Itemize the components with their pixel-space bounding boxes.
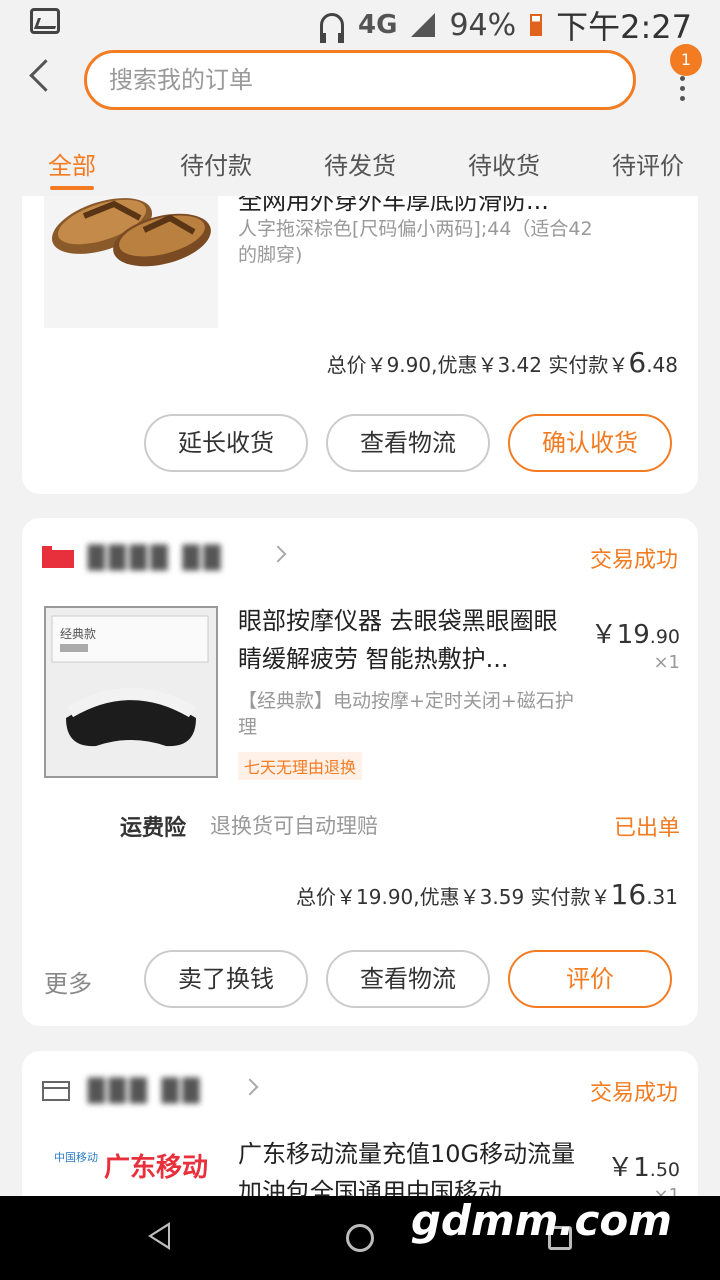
chevron-right-icon: [269, 545, 287, 563]
confirm-receipt-button[interactable]: 确认收货: [508, 414, 672, 472]
product-qty: ×1: [653, 652, 680, 673]
shop-header[interactable]: ████ ██ 交易成功: [22, 518, 698, 598]
view-logistics-button[interactable]: 查看物流: [326, 414, 490, 472]
system-nav-bar: gdmm.com: [0, 1196, 720, 1280]
nav-back-icon[interactable]: [148, 1222, 170, 1250]
insurance-label: 运费险: [120, 816, 187, 841]
dot-icon: [680, 76, 685, 81]
top-bar: 1: [0, 44, 720, 120]
more-link[interactable]: 更多: [44, 964, 92, 999]
network-type: 4G: [358, 10, 398, 40]
return-policy-tag: 七天无理由退换: [238, 752, 363, 780]
headset-icon: [320, 13, 344, 43]
summary-text: 总价￥19.90,优惠￥3.59 实付款￥: [296, 885, 611, 909]
status-icons: 4G 94% 下午2:27: [320, 2, 692, 48]
order-card: 全网用外穿外车厚底防滑防... 人字拖深棕色[尺码偏小两码];44（适合42的脚…: [22, 196, 698, 494]
product-qty: ×1: [653, 1185, 680, 1196]
product-spec: 【经典款】电动按摩+定时关闭+磁石护理: [238, 690, 574, 738]
notification-badge: 1: [670, 44, 702, 76]
product-title[interactable]: 眼部按摩仪器 去眼袋黑眼圈眼睛缓解疲劳 智能热敷护...: [238, 602, 578, 678]
order-summary: 总价￥9.90,优惠￥3.42 实付款￥6.48: [327, 346, 678, 379]
battery-icon: [530, 14, 543, 36]
search-box[interactable]: [84, 50, 636, 110]
product-thumbnail[interactable]: 经典款: [44, 606, 218, 778]
search-input[interactable]: [109, 53, 609, 107]
chevron-right-icon: [241, 1078, 259, 1096]
back-arrow-icon[interactable]: [24, 58, 64, 98]
order-tabs: 全部 待付款 待发货 待收货 待评价: [0, 120, 720, 196]
order-card: ███ ██ 交易成功 中国移动 广东移动 广东移动流量充值10G移动流量加油包…: [22, 1051, 698, 1196]
order-card: ████ ██ 交易成功 经典款 眼部按摩仪器 去眼袋黑眼圈眼睛缓解疲劳 智能热…: [22, 518, 698, 1026]
product-title[interactable]: 全网用外穿外车厚底防滑防...: [238, 196, 578, 214]
status-bar: 4G 94% 下午2:27: [0, 0, 720, 46]
paid-amount: 6.48: [628, 346, 678, 379]
activity-icon: [30, 8, 60, 34]
order-list[interactable]: 全网用外穿外车厚底防滑防... 人字拖深棕色[尺码偏小两码];44（适合42的脚…: [0, 196, 720, 1196]
shipping-insurance-row[interactable]: 运费险 退换货可自动理赔 已出单: [22, 796, 698, 852]
battery-percent: 94%: [449, 7, 517, 43]
product-thumbnail[interactable]: [44, 196, 218, 328]
dot-icon: [680, 86, 685, 91]
product-spec: 人字拖深棕色[尺码偏小两码];44（适合42的脚穿): [238, 218, 593, 266]
store-icon: [42, 1081, 70, 1101]
order-status: 交易成功: [589, 548, 678, 573]
china-mobile-logo: 中国移动: [54, 1151, 98, 1164]
order-status: 交易成功: [589, 1081, 678, 1106]
watermark: gdmm.com: [410, 1196, 672, 1245]
product-price: ￥1.50: [607, 1153, 680, 1183]
order-summary: 总价￥19.90,优惠￥3.59 实付款￥16.31: [296, 878, 678, 911]
tab-pending-payment[interactable]: 待付款: [144, 120, 288, 196]
sell-button[interactable]: 卖了换钱: [144, 950, 308, 1008]
shop-icon: [42, 546, 74, 568]
thumb-label: 广东移动: [104, 1153, 209, 1183]
signal-icon: [411, 13, 436, 37]
insurance-status: 已出单: [613, 816, 680, 841]
insurance-desc: 退换货可自动理赔: [210, 814, 378, 838]
clock: 下午2:27: [556, 8, 692, 46]
summary-text: 总价￥9.90,优惠￥3.42 实付款￥: [326, 353, 629, 377]
view-logistics-button[interactable]: 查看物流: [326, 950, 490, 1008]
extend-receipt-button[interactable]: 延长收货: [144, 414, 308, 472]
shop-header[interactable]: ███ ██ 交易成功: [22, 1051, 698, 1131]
dot-icon: [680, 96, 685, 101]
tab-pending-review[interactable]: 待评价: [576, 120, 720, 196]
product-title[interactable]: 广东移动流量充值10G移动流量加油包全国通用中国移动: [238, 1135, 578, 1196]
shop-name[interactable]: ███ ██: [88, 1079, 204, 1104]
tab-all[interactable]: 全部: [0, 120, 144, 196]
thumb-label: 经典款: [60, 627, 96, 641]
sandal-image: [51, 198, 211, 267]
product-thumbnail[interactable]: 中国移动 广东移动: [44, 1139, 218, 1196]
shop-name[interactable]: ████ ██: [88, 546, 225, 571]
tab-pending-shipment[interactable]: 待发货: [288, 120, 432, 196]
tab-pending-receipt[interactable]: 待收货: [432, 120, 576, 196]
review-button[interactable]: 评价: [508, 950, 672, 1008]
eye-massager-image: 经典款: [51, 615, 209, 747]
paid-amount: 16.31: [610, 878, 678, 911]
nav-home-icon[interactable]: [346, 1224, 374, 1252]
product-price: ￥19.90: [590, 620, 680, 650]
